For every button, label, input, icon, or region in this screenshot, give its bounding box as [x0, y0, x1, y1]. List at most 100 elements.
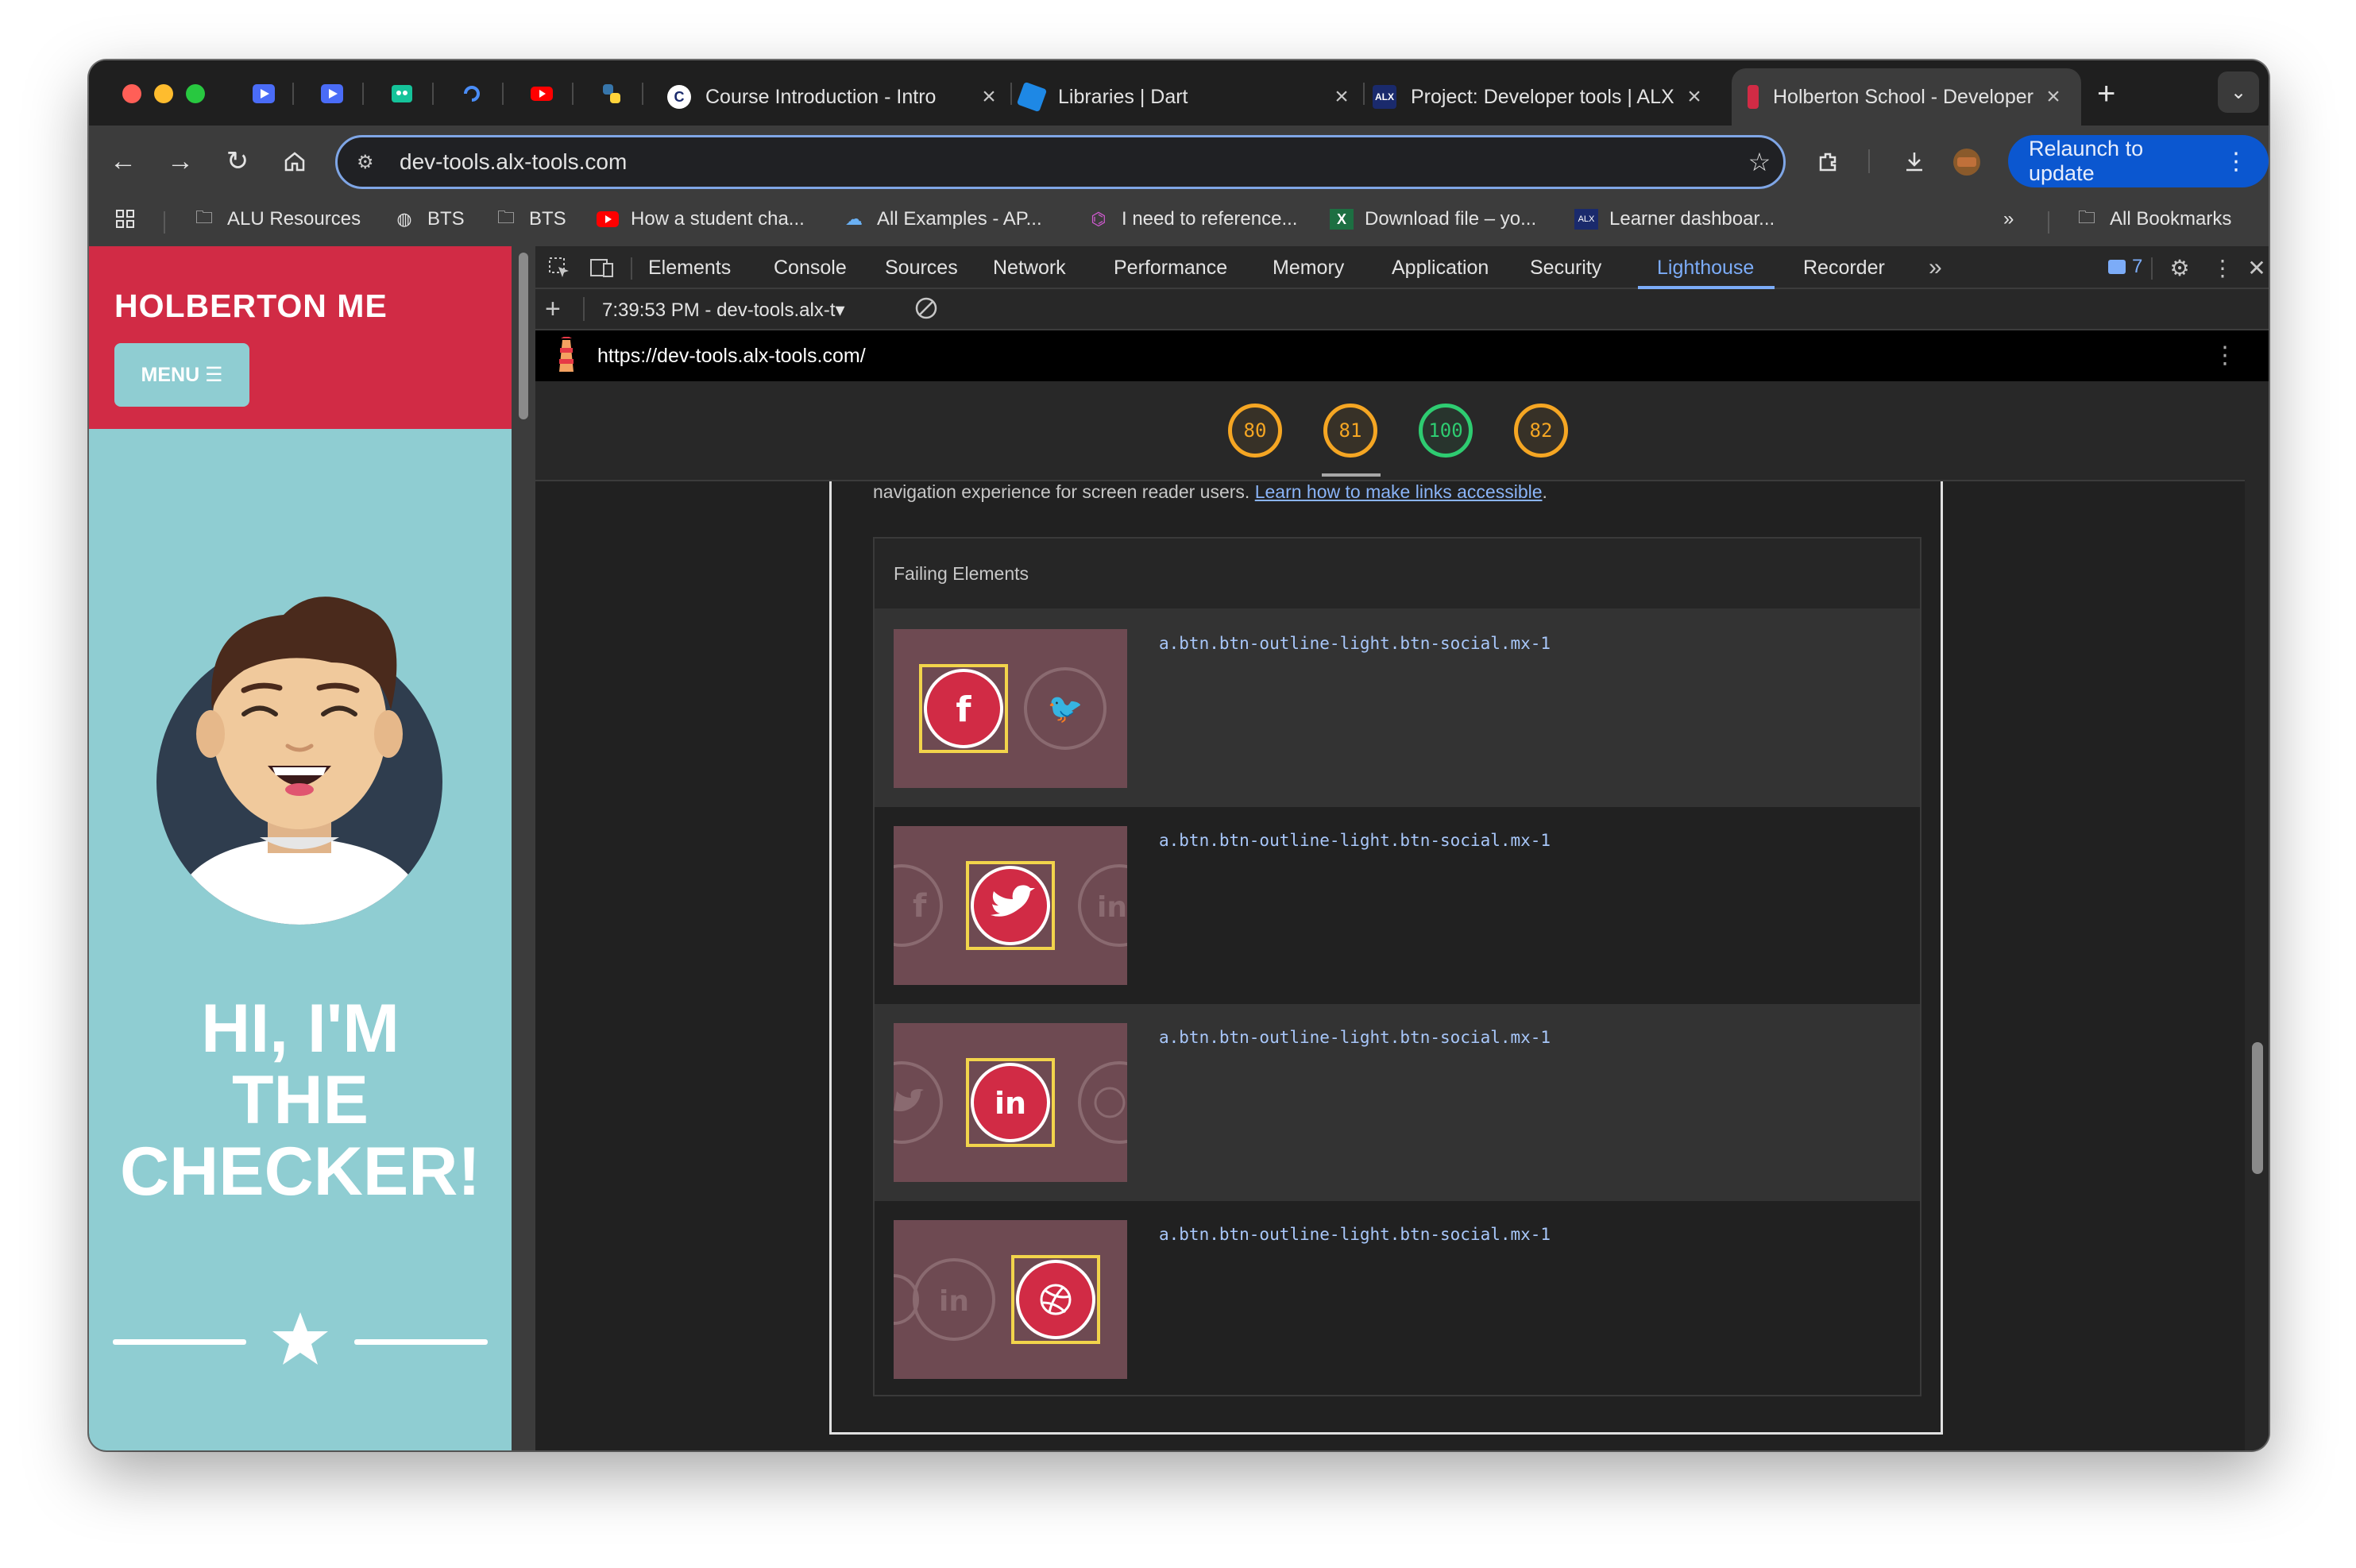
- score-accessibility[interactable]: 81: [1323, 404, 1377, 458]
- address-bar[interactable]: ⚙ dev-tools.alx-tools.com ☆: [335, 135, 1786, 189]
- bookmark-i-need-to-reference[interactable]: ⌬ I need to reference...: [1087, 208, 1297, 230]
- pinned-tab-grammarly[interactable]: [386, 78, 418, 110]
- devtools-tab-console[interactable]: Console: [774, 246, 847, 289]
- minimize-window-button[interactable]: [154, 84, 173, 103]
- devtools-tab-recorder[interactable]: Recorder: [1803, 246, 1885, 289]
- apps-button[interactable]: [114, 208, 137, 230]
- clear-reports-button[interactable]: [913, 295, 939, 321]
- devtools-tab-security[interactable]: Security: [1530, 246, 1601, 289]
- close-icon[interactable]: ×: [2041, 83, 2065, 110]
- new-report-button[interactable]: +: [545, 294, 561, 325]
- all-bookmarks-button[interactable]: 🗀 All Bookmarks: [2075, 207, 2231, 230]
- star-icon: [272, 1312, 328, 1365]
- page-scrollbar[interactable]: [512, 246, 535, 1450]
- element-selector[interactable]: a.btn.btn-outline-light.btn-social.mx-1: [1159, 634, 1551, 653]
- pinned-tab-video-2[interactable]: [316, 78, 348, 110]
- browser-window: C Course Introduction - Intro × Librarie…: [89, 60, 2269, 1450]
- divider-line-left: [113, 1339, 246, 1345]
- more-tabs-button[interactable]: »: [1929, 246, 1942, 289]
- bookmark-bts-1[interactable]: ◍ BTS: [392, 208, 464, 230]
- score-seo[interactable]: 82: [1514, 404, 1568, 458]
- scrollbar-thumb[interactable]: [2252, 1042, 2263, 1174]
- tab-title: Project: Developer tools | ALX: [1411, 85, 1674, 108]
- devtools-tab-performance[interactable]: Performance: [1114, 246, 1227, 289]
- new-tab-button[interactable]: +: [2097, 78, 2115, 110]
- bookmark-how-a-student[interactable]: How a student cha...: [596, 208, 805, 230]
- tab-search-button[interactable]: ⌄: [2218, 71, 2259, 113]
- video-play-icon: [253, 84, 275, 103]
- close-devtools-icon[interactable]: ✕: [2246, 254, 2267, 281]
- devtools-tab-elements[interactable]: Elements: [648, 246, 731, 289]
- close-icon[interactable]: ×: [1682, 83, 1706, 110]
- tab-title: Libraries | Dart: [1058, 85, 1188, 108]
- pinned-tab-video-1[interactable]: [248, 78, 280, 110]
- downloads-button[interactable]: [1897, 145, 1932, 180]
- table-row[interactable]: f in a.btn.btn-outline-light.btn-social.…: [875, 807, 1920, 1004]
- devtools-tab-network[interactable]: Network: [993, 246, 1066, 289]
- plus-icon: +: [545, 294, 561, 324]
- device-toolbar-icon[interactable]: [588, 254, 616, 281]
- element-selector[interactable]: a.btn.btn-outline-light.btn-social.mx-1: [1159, 831, 1551, 850]
- kebab-menu-icon[interactable]: ⋮: [2224, 148, 2248, 176]
- home-button[interactable]: [276, 143, 313, 180]
- report-url: https://dev-tools.alx-tools.com/: [597, 345, 866, 367]
- settings-gear-icon[interactable]: ⚙: [2165, 254, 2194, 281]
- close-icon[interactable]: ×: [977, 83, 1001, 110]
- relaunch-to-update-button[interactable]: Relaunch to update ⋮: [2008, 135, 2269, 187]
- bookmark-learner-dashboard[interactable]: ALX Learner dashboar...: [1574, 208, 1775, 230]
- tab-course-introduction[interactable]: C Course Introduction - Intro ×: [667, 68, 1001, 126]
- brand-logo-text[interactable]: HOLBERTON ME: [114, 288, 388, 325]
- element-selector[interactable]: a.btn.btn-outline-light.btn-social.mx-1: [1159, 1028, 1551, 1047]
- menu-button[interactable]: MENU ☰: [114, 343, 249, 407]
- devtools-tab-memory[interactable]: Memory: [1273, 246, 1344, 289]
- hero-line-1: HI, I'M: [201, 991, 400, 1067]
- avatar-illustration: [156, 597, 442, 925]
- divider-line-right: [354, 1339, 488, 1345]
- table-row[interactable]: in a.btn.btn-outline-light.btn-social.mx…: [875, 1004, 1920, 1201]
- close-window-button[interactable]: [122, 84, 141, 103]
- pinned-tab-youtube[interactable]: [526, 78, 558, 110]
- score-performance[interactable]: 80: [1228, 404, 1282, 458]
- bookmark-all-examples[interactable]: ☁ All Examples - AP...: [842, 208, 1042, 230]
- back-button[interactable]: ←: [105, 143, 141, 180]
- url-text[interactable]: dev-tools.alx-tools.com: [400, 149, 1736, 175]
- element-screenshot: f in: [894, 826, 1127, 985]
- tab-libraries-dart[interactable]: Libraries | Dart ×: [1016, 68, 1354, 126]
- bookmarks-overflow-button[interactable]: »: [2003, 208, 2014, 230]
- zoom-window-button[interactable]: [186, 84, 205, 103]
- bookmark-star-icon[interactable]: ☆: [1736, 147, 1783, 177]
- pinned-tab-python[interactable]: [596, 78, 628, 110]
- inspect-element-icon[interactable]: [545, 254, 574, 281]
- learn-more-link[interactable]: Learn how to make links accessible: [1255, 481, 1543, 502]
- reload-button[interactable]: ↻: [219, 143, 256, 180]
- element-selector[interactable]: a.btn.btn-outline-light.btn-social.mx-1: [1159, 1225, 1551, 1244]
- table-row[interactable]: 🐦 f a.btn.btn-outline-light.btn-social.m…: [875, 610, 1920, 807]
- site-settings-icon[interactable]: ⚙: [357, 151, 388, 174]
- devtools-tab-lighthouse[interactable]: Lighthouse: [1657, 246, 1754, 289]
- bookmark-bts-2[interactable]: 🗀 BTS: [494, 207, 566, 230]
- puzzle-icon: [1819, 153, 1837, 172]
- devtools-tab-sources[interactable]: Sources: [885, 246, 958, 289]
- scrollbar-thumb[interactable]: [519, 253, 528, 419]
- loop-icon: [464, 86, 480, 102]
- pinned-tab-loop[interactable]: [456, 78, 488, 110]
- tab-project-developer-tools[interactable]: ALX Project: Developer tools | ALX ×: [1373, 68, 1706, 126]
- tab-holberton-school[interactable]: Holberton School - Developer ×: [1732, 68, 2081, 126]
- report-menu-icon[interactable]: ⋮: [2213, 342, 2237, 369]
- svg-text:🐦: 🐦: [1048, 693, 1083, 725]
- bookmark-alu-resources[interactable]: 🗀 ALU Resources: [192, 207, 361, 230]
- forward-button[interactable]: →: [162, 143, 199, 180]
- devtools-scrollbar[interactable]: [2245, 381, 2269, 1450]
- alx-icon: ALX: [1574, 209, 1598, 230]
- score-best-practices[interactable]: 100: [1419, 404, 1473, 458]
- extensions-button[interactable]: [1811, 145, 1846, 180]
- devtools-tab-application[interactable]: Application: [1392, 246, 1489, 289]
- folder-icon: 🗀: [195, 207, 213, 227]
- report-selector[interactable]: 7:39:53 PM - dev-tools.alx-t▾: [602, 299, 845, 322]
- issues-counter[interactable]: 7: [2108, 256, 2142, 278]
- kebab-menu-icon[interactable]: ⋮: [2208, 254, 2237, 281]
- table-row[interactable]: in a.btn.btn-outline-light.btn-social.mx…: [875, 1201, 1920, 1398]
- profile-avatar[interactable]: [1949, 145, 1984, 180]
- close-icon[interactable]: ×: [1330, 83, 1354, 110]
- bookmark-download-file[interactable]: X Download file – yo...: [1330, 208, 1536, 230]
